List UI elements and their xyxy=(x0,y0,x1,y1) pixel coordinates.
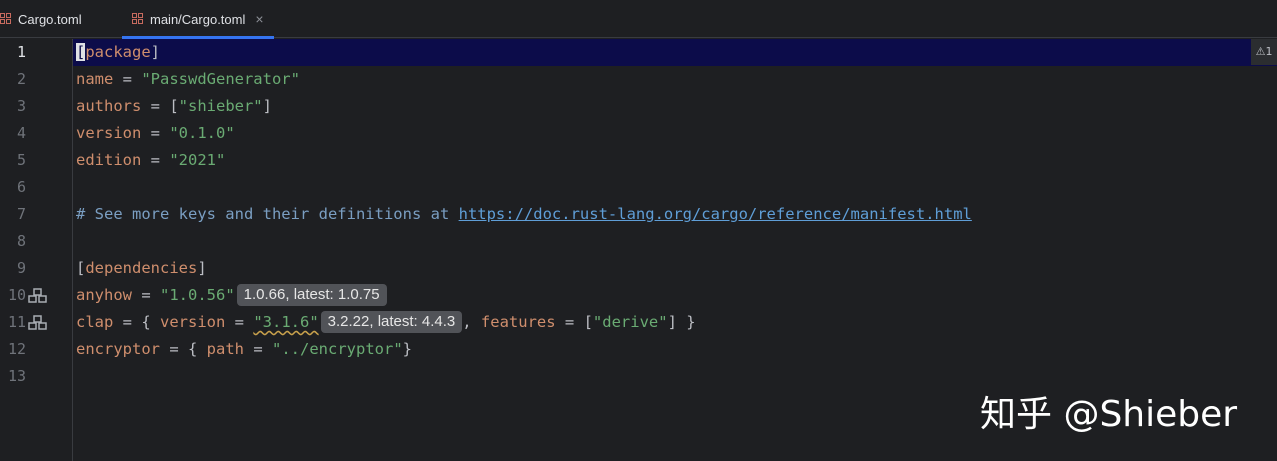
line-number: 6 xyxy=(16,178,26,196)
bracket: } xyxy=(402,340,412,358)
tab-cargo-toml[interactable]: Cargo.toml xyxy=(0,0,82,38)
crate-dependency-icon[interactable] xyxy=(28,315,48,330)
toml-key: anyhow xyxy=(76,286,132,304)
toml-key: encryptor xyxy=(76,340,160,358)
toml-string: "PasswdGenerator" xyxy=(141,70,300,88)
code-line[interactable]: 1 [package] xyxy=(0,39,1277,66)
manifest-link[interactable]: https://doc.rust-lang.org/cargo/referenc… xyxy=(459,205,972,223)
line-number: 4 xyxy=(16,124,26,142)
bracket: [ xyxy=(76,259,86,277)
cargo-file-icon xyxy=(132,13,144,25)
tab-label: Cargo.toml xyxy=(18,11,82,27)
close-tab-icon[interactable]: × xyxy=(255,11,263,27)
operator: = xyxy=(113,70,142,88)
line-number: 8 xyxy=(16,232,26,250)
code-line[interactable]: 7 # See more keys and their definitions … xyxy=(0,201,1277,228)
toml-string: "shieber" xyxy=(178,97,263,115)
operator: = [ xyxy=(141,97,179,115)
code-line[interactable]: 10 anyhow = "1.0.56" 1.0.66, latest: 1.0.… xyxy=(0,282,1277,309)
line-number: 1 xyxy=(16,43,26,61)
bracket: ] xyxy=(197,259,207,277)
section-name: package xyxy=(85,43,151,61)
code-line[interactable]: 9 [dependencies] xyxy=(0,255,1277,282)
line-number: 9 xyxy=(16,259,26,277)
code-line[interactable]: 3 authors = ["shieber"] xyxy=(0,93,1277,120)
line-number: 10 xyxy=(7,286,26,304)
toml-string: "2021" xyxy=(169,151,226,169)
toml-string: "3.1.6" xyxy=(253,313,319,331)
code-line[interactable]: 8 xyxy=(0,228,1277,255)
operator: = [ xyxy=(555,313,593,331)
toml-key: version xyxy=(76,124,142,142)
operator: = xyxy=(141,124,170,142)
toml-key: edition xyxy=(76,151,142,169)
line-number: 2 xyxy=(16,70,26,88)
code-line[interactable]: 11 clap = { version = "3.1.6" 3.2.22, lat… xyxy=(0,309,1277,336)
operator: = xyxy=(244,340,272,358)
toml-key: features xyxy=(480,313,556,331)
toml-key: version xyxy=(160,313,226,331)
operator: = xyxy=(132,286,160,304)
code-line[interactable]: 12 encryptor = { path = "../encryptor"} xyxy=(0,336,1277,363)
toml-string: "1.0.56" xyxy=(160,286,235,304)
version-hint[interactable]: 1.0.66, latest: 1.0.75 xyxy=(236,284,387,306)
operator: = { xyxy=(160,340,207,358)
toml-key: path xyxy=(206,340,244,358)
toml-string: "derive" xyxy=(592,313,668,331)
code-line[interactable]: 6 xyxy=(0,174,1277,201)
crate-dependency-icon[interactable] xyxy=(28,288,48,303)
toml-string: "0.1.0" xyxy=(169,124,235,142)
code-line[interactable]: 2 name = "PasswdGenerator" xyxy=(0,66,1277,93)
code-line[interactable]: 4 version = "0.1.0" xyxy=(0,120,1277,147)
toml-key: authors xyxy=(76,97,142,115)
bracket: [ xyxy=(76,43,86,61)
operator: = xyxy=(141,151,170,169)
tab-main-cargo-toml[interactable]: main/Cargo.toml × xyxy=(122,0,274,39)
cargo-file-icon xyxy=(0,13,12,25)
tab-label: main/Cargo.toml xyxy=(150,11,246,27)
bracket: ] xyxy=(262,97,272,115)
line-number: 3 xyxy=(16,97,26,115)
editor-tab-bar: Cargo.toml main/Cargo.toml × xyxy=(0,0,1277,39)
toml-key: name xyxy=(76,70,114,88)
code-line[interactable]: 5 edition = "2021" xyxy=(0,147,1277,174)
toml-string: "../encryptor" xyxy=(272,340,403,358)
section-name: dependencies xyxy=(85,259,198,277)
watermark: 知乎 @Shieber xyxy=(980,394,1238,435)
line-number: 11 xyxy=(7,313,26,331)
line-number: 13 xyxy=(7,367,26,385)
line-number: 7 xyxy=(16,205,26,223)
operator: , xyxy=(462,313,481,331)
bracket: ] } xyxy=(667,313,696,331)
operator: = xyxy=(225,313,254,331)
operator: = { xyxy=(113,313,160,331)
line-number: 12 xyxy=(7,340,26,358)
comment: # See more keys and their definitions at xyxy=(76,205,459,223)
bracket: ] xyxy=(150,43,161,61)
toml-key: clap xyxy=(76,313,114,331)
version-hint[interactable]: 3.2.22, latest: 4.4.3 xyxy=(320,311,463,333)
line-number: 5 xyxy=(16,151,26,169)
